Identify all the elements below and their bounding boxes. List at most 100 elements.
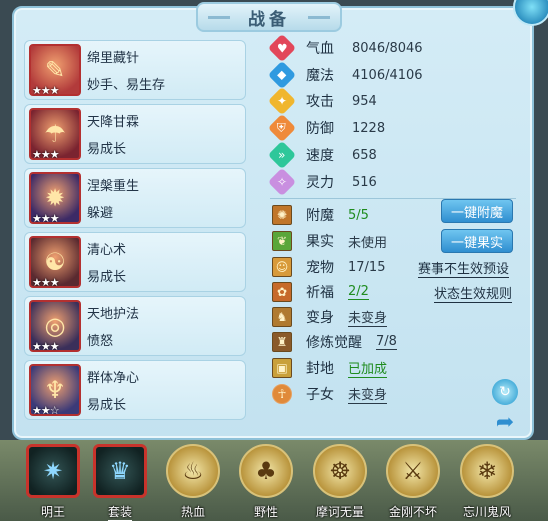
skill-item[interactable]: ✹ ★★★ 涅槃重生躲避: [24, 168, 246, 228]
attr-glyph: ☺: [275, 260, 289, 274]
stat-label: 魔法: [306, 68, 334, 84]
attr-row: ▣ 封地 已加成: [272, 356, 388, 380]
stat-label: 防御: [306, 121, 334, 137]
attr-glyph: ☥: [277, 387, 287, 401]
preset-rule-link[interactable]: 赛事不生效预设: [418, 258, 510, 278]
stat-row: ♥ 气血 8046/8046: [267, 33, 423, 63]
attr-value[interactable]: 未变身: [348, 384, 388, 404]
bottom-glyph: ⚔: [402, 457, 424, 485]
attr-value: 17/15: [348, 259, 386, 275]
status-rule-link[interactable]: 状态生效规则: [434, 283, 513, 303]
skill-item[interactable]: ♆ ★★☆ 群体净心 易成长: [24, 360, 246, 420]
skill-name: 天地护法: [87, 307, 140, 322]
attr-value[interactable]: 已加成: [348, 358, 388, 378]
stat-label: 气血: [306, 41, 334, 57]
suit-icon: ♛: [93, 444, 147, 498]
attr-row: ❦ 果实 未使用: [272, 229, 387, 253]
skill-stars: ★★★: [32, 340, 60, 353]
bottom-skill-item[interactable]: ✷ 明王: [23, 444, 83, 521]
stat-value: 658: [352, 147, 377, 163]
bottom-skill-label: 金刚不坏: [388, 505, 437, 519]
enchant-icon: ✺: [272, 205, 292, 225]
bottom-skill-label: 热血: [180, 505, 205, 519]
bottom-skill-item[interactable]: ❄ 忘川鬼风: [457, 444, 517, 521]
panel-title-tab: 战备: [196, 2, 342, 32]
skill-glyph: ♆: [44, 376, 66, 404]
attr-row: ✺ 附魔 5/5: [272, 203, 369, 227]
one-click-enchant-button[interactable]: 一键附魔: [441, 199, 513, 223]
spirit-icon: ✧: [267, 167, 297, 197]
stat-glyph: ♥: [276, 40, 288, 55]
transform-icon: ♞: [272, 307, 292, 327]
awaken-icon: ♜: [272, 332, 292, 352]
ming-wang-icon: ✷: [26, 444, 80, 498]
skill-stars: ★★★: [32, 212, 60, 225]
skill-glyph: ✹: [44, 184, 66, 212]
attr-value[interactable]: 7/8: [376, 334, 397, 350]
speed-icon: »: [267, 140, 297, 170]
attr-label: 果实: [306, 234, 334, 250]
stat-row: ⛨ 防御 1228: [267, 113, 386, 143]
bottom-skill-item[interactable]: ⚔ 金刚不坏: [383, 444, 443, 521]
title-ornament-left: [208, 16, 230, 19]
skill-stars: ★★★: [32, 84, 60, 97]
attr-value[interactable]: 2/2: [348, 284, 369, 300]
attr-label: 变身: [306, 310, 334, 326]
skill-glyph: ☯: [44, 248, 66, 276]
attr-label: 祈福: [306, 285, 334, 301]
skill-desc: 易成长: [87, 270, 127, 285]
attr-glyph: ✺: [276, 208, 288, 222]
panel-title: 战备: [248, 9, 290, 30]
stat-value: 4106/4106: [352, 67, 423, 83]
share-icon[interactable]: ➦: [492, 409, 518, 435]
stat-value: 516: [352, 174, 377, 190]
child-icon: ☥: [272, 384, 292, 404]
skill-stars: ★★★: [32, 148, 60, 161]
attr-value: 5/5: [348, 207, 369, 223]
title-ornament-right: [308, 16, 330, 19]
stat-glyph: ⛨: [277, 120, 287, 135]
skill-item[interactable]: ☂ ★★★ 天降甘霖 易成长: [24, 104, 246, 164]
skill-glyph: ☂: [44, 120, 66, 148]
attr-row: ☥ 子女 未变身: [272, 382, 388, 406]
attr-label: 修炼觉醒: [306, 335, 362, 351]
stat-value: 954: [352, 93, 377, 109]
bottom-skill-label: 明王: [40, 505, 65, 519]
attr-label: 附魔: [306, 208, 334, 224]
stat-glyph: »: [278, 148, 286, 162]
bottom-skill-item[interactable]: ♣ 野性: [236, 444, 296, 521]
mana-icon: ◆: [267, 60, 297, 90]
skill-name: 绵里藏针: [87, 51, 140, 66]
skill-name: 涅槃重生: [87, 179, 140, 194]
attr-label: 宠物: [306, 260, 334, 276]
skill-item[interactable]: ◎ ★★★ 天地护法 愤怒: [24, 296, 246, 356]
stat-value: 1228: [352, 120, 386, 136]
bottom-skill-item[interactable]: ♨ 热血: [163, 444, 223, 521]
stat-glyph: ✧: [276, 175, 288, 189]
skill-name: 清心术: [87, 243, 127, 258]
skill-item[interactable]: ✎ ★★★ 绵里藏针 妙手、易生存: [24, 40, 246, 100]
attr-row: ♞ 变身 未变身: [272, 305, 388, 329]
bottom-skill-label: 忘川鬼风: [462, 505, 511, 519]
bottom-skill-item[interactable]: ♛ 套装: [90, 444, 150, 521]
stat-row: » 速度 658: [267, 140, 377, 170]
attr-glyph: ♜: [276, 335, 288, 349]
wild-icon: ♣: [239, 444, 293, 498]
attr-row: ✿ 祈福 2/2: [272, 280, 369, 304]
bottom-glyph: ♨: [182, 457, 204, 485]
refresh-icon[interactable]: ↻: [492, 379, 518, 405]
skill-desc: 易成长: [87, 398, 127, 413]
skill-item[interactable]: ☯ ★★★ 清心术 易成长: [24, 232, 246, 292]
blessing-icon: ✿: [272, 282, 292, 302]
stat-value: 8046/8046: [352, 40, 423, 56]
one-click-fruit-button[interactable]: 一键果实: [441, 229, 513, 253]
stat-row: ✦ 攻击 954: [267, 86, 377, 116]
stat-glyph: ✦: [276, 94, 288, 108]
attr-value[interactable]: 未变身: [348, 307, 388, 327]
skill-stars: ★★☆: [32, 404, 60, 417]
bottom-glyph: ☸: [329, 457, 351, 485]
attr-glyph: ❦: [276, 234, 288, 248]
skill-desc: 躲避: [87, 206, 114, 221]
skill-name: 天降甘霖: [87, 115, 140, 130]
bottom-skill-item[interactable]: ☸ 摩诃无量: [310, 444, 370, 521]
